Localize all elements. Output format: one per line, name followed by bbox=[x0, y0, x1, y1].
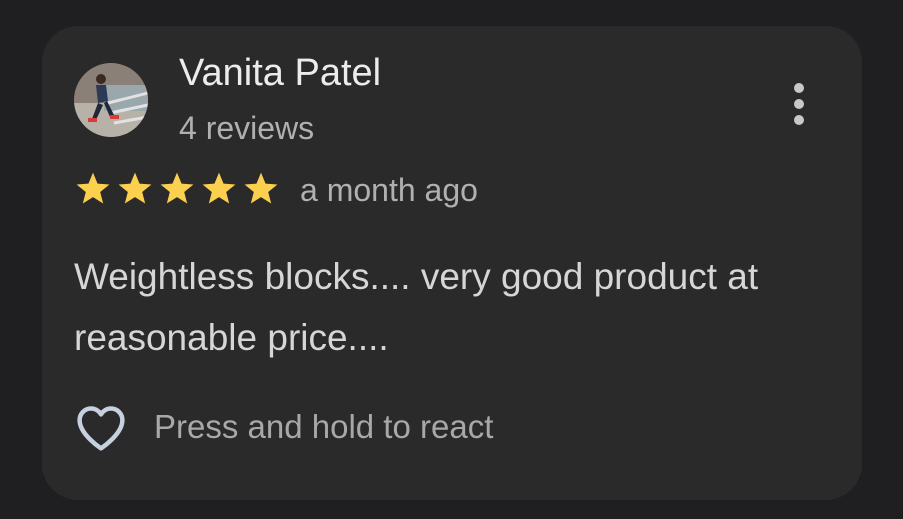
more-vert-icon-dot bbox=[794, 83, 804, 93]
more-options-button[interactable] bbox=[782, 76, 816, 132]
reviewer-name[interactable]: Vanita Patel bbox=[179, 52, 381, 95]
reviewer-avatar[interactable] bbox=[74, 63, 148, 137]
star-rating bbox=[74, 171, 280, 207]
star-icon bbox=[242, 171, 280, 207]
react-label: Press and hold to react bbox=[154, 408, 494, 445]
more-vert-icon-dot bbox=[794, 99, 804, 109]
react-control[interactable]: Press and hold to react bbox=[74, 402, 493, 452]
review-timestamp: a month ago bbox=[300, 172, 478, 208]
star-icon bbox=[74, 171, 112, 207]
more-vert-icon-dot bbox=[794, 115, 804, 125]
review-body-text: Weightless blocks.... very good product … bbox=[74, 256, 759, 358]
review-card: Vanita Patel 4 reviews a month ago Weigh… bbox=[42, 26, 862, 500]
star-icon bbox=[200, 171, 238, 207]
star-icon bbox=[158, 171, 196, 207]
heart-outline-icon[interactable] bbox=[74, 402, 128, 452]
reviewer-review-count: 4 reviews bbox=[179, 110, 315, 146]
star-icon bbox=[116, 171, 154, 207]
